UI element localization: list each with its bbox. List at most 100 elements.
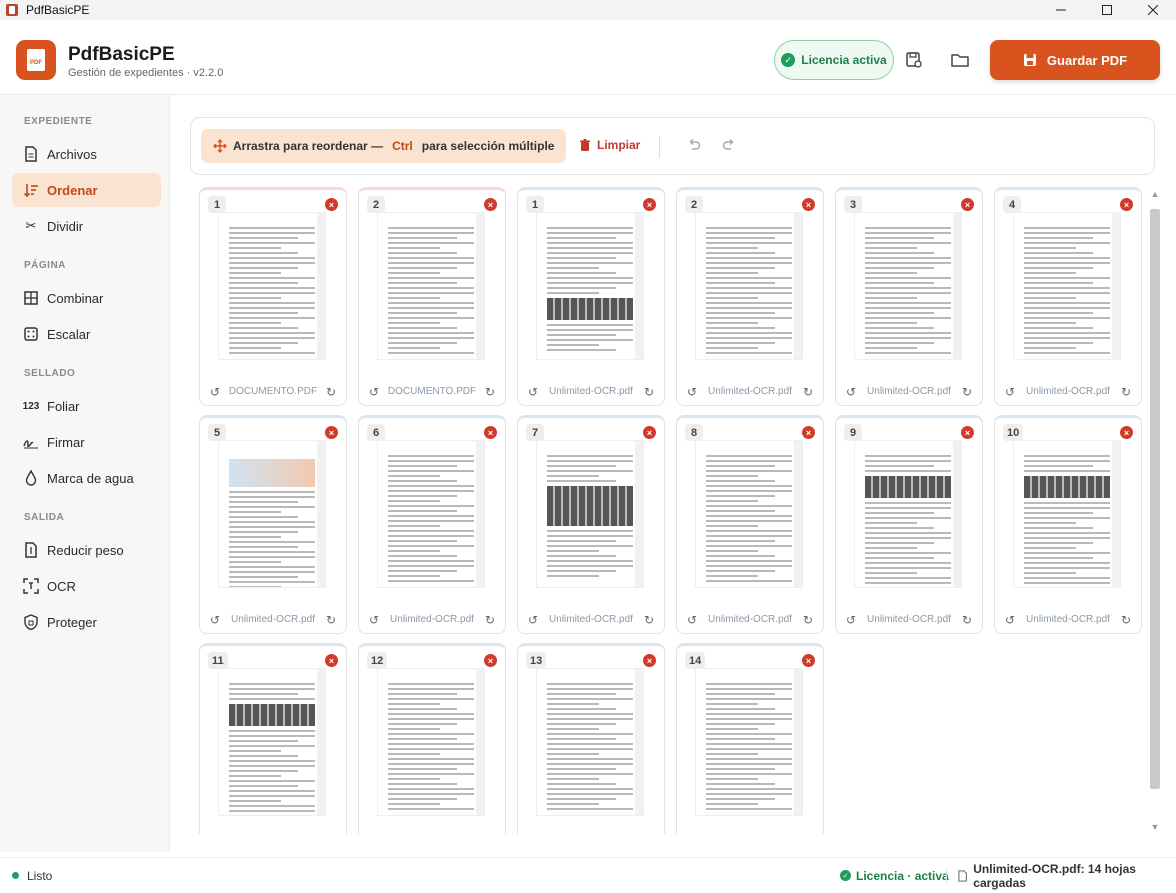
page-number-badge: 5: [208, 424, 226, 441]
page-number-badge: 3: [844, 196, 862, 213]
remove-page-icon[interactable]: ×: [802, 198, 815, 211]
page-card[interactable]: 14 ×: [676, 643, 824, 834]
sidebar-item-firmar[interactable]: Firmar: [12, 425, 161, 459]
sidebar-item-foliar[interactable]: 123 Foliar: [12, 389, 161, 423]
rotate-right-icon[interactable]: ↻: [1119, 385, 1133, 399]
page-card[interactable]: 6 × ↺ Unlimited-OCR.pdf ↻: [358, 415, 506, 634]
remove-page-icon[interactable]: ×: [643, 198, 656, 211]
page-number-badge: 12: [367, 652, 388, 669]
page-card[interactable]: 5 × ↺ Unlimited-OCR.pdf ↻: [199, 415, 347, 634]
remove-page-icon[interactable]: ×: [1120, 198, 1133, 211]
grid-icon: [23, 290, 39, 306]
section-expediente: EXPEDIENTE: [24, 116, 93, 127]
remove-page-icon[interactable]: ×: [325, 654, 338, 667]
app-icon: [6, 4, 18, 16]
remove-page-icon[interactable]: ×: [961, 198, 974, 211]
page-card[interactable]: 1 × ↺ DOCUMENTO.PDF ↻: [199, 187, 347, 406]
rotate-right-icon[interactable]: ↻: [642, 613, 656, 627]
check-circle-icon: ✓: [781, 53, 796, 67]
save-pdf-button[interactable]: Guardar PDF: [990, 40, 1160, 80]
sidebar-item-label: Reducir peso: [47, 542, 124, 558]
rotate-right-icon[interactable]: ↻: [801, 613, 815, 627]
rotate-right-icon[interactable]: ↻: [801, 385, 815, 399]
sidebar-item-proteger[interactable]: Proteger: [12, 605, 161, 639]
remove-page-icon[interactable]: ×: [484, 198, 497, 211]
minimize-button[interactable]: [1038, 0, 1084, 20]
page-card[interactable]: 1 × ↺ Unlimited-OCR.pdf ↻: [517, 187, 665, 406]
sidebar-item-escalar[interactable]: Escalar: [12, 317, 161, 351]
rotate-right-icon[interactable]: ↻: [324, 613, 338, 627]
redo-button[interactable]: [722, 138, 736, 155]
sidebar-item-ocr[interactable]: OCR: [12, 569, 161, 603]
undo-button[interactable]: [687, 138, 701, 155]
page-card[interactable]: 12 ×: [358, 643, 506, 834]
remove-page-icon[interactable]: ×: [643, 426, 656, 439]
status-license-label: Licencia · activa: [856, 868, 949, 883]
drop-icon: [23, 470, 39, 486]
maximize-button[interactable]: [1084, 0, 1130, 20]
rotate-right-icon[interactable]: ↻: [960, 613, 974, 627]
rotate-right-icon[interactable]: ↻: [642, 385, 656, 399]
scroll-up-arrow-icon[interactable]: ▲: [1148, 187, 1162, 201]
rotate-right-icon[interactable]: ↻: [960, 385, 974, 399]
license-badge[interactable]: ✓ Licencia activa: [774, 40, 894, 80]
open-folder-button[interactable]: [948, 48, 972, 72]
sidebar-item-reducir-peso[interactable]: Reducir peso: [12, 533, 161, 567]
page-card[interactable]: 10 × ↺ Unlimited-OCR.pdf ↻: [994, 415, 1142, 634]
page-card[interactable]: 13 ×: [517, 643, 665, 834]
remove-page-icon[interactable]: ×: [1120, 426, 1133, 439]
status-license: ✓ Licencia · activa: [840, 869, 949, 883]
remove-page-icon[interactable]: ×: [325, 198, 338, 211]
app-subtitle: Gestión de expedientes · v2.2.0: [68, 67, 224, 79]
clear-button[interactable]: Limpiar: [579, 138, 640, 152]
scale-icon: [23, 326, 39, 342]
section-salida: SALIDA: [24, 512, 65, 523]
page-number-badge: 14: [685, 652, 706, 669]
scissors-icon: ✂: [25, 218, 37, 233]
hint-key: Ctrl: [392, 139, 413, 153]
rotate-right-icon[interactable]: ↻: [324, 385, 338, 399]
hint-text-after: para selección múltiple: [421, 139, 555, 153]
sidebar-item-archivos[interactable]: Archivos: [12, 137, 161, 171]
remove-page-icon[interactable]: ×: [484, 426, 497, 439]
page-card[interactable]: 3 × ↺ Unlimited-OCR.pdf ↻: [835, 187, 983, 406]
window-title: PdfBasicPE: [26, 3, 90, 17]
page-card[interactable]: 4 × ↺ Unlimited-OCR.pdf ↻: [994, 187, 1142, 406]
scroll-down-arrow-icon[interactable]: ▼: [1148, 820, 1162, 834]
rotate-right-icon[interactable]: ↻: [483, 385, 497, 399]
status-divider: [946, 868, 947, 883]
page-card[interactable]: 11 ×: [199, 643, 347, 834]
license-label: Licencia activa: [801, 53, 887, 67]
sidebar-item-combinar[interactable]: Combinar: [12, 281, 161, 315]
close-window-button[interactable]: [1130, 0, 1176, 20]
sidebar-item-dividir[interactable]: ✂ Dividir: [12, 209, 161, 243]
sidebar-item-label: Dividir: [47, 218, 84, 234]
remove-page-icon[interactable]: ×: [961, 426, 974, 439]
page-thumbnail: [219, 441, 325, 587]
remove-page-icon[interactable]: ×: [325, 426, 338, 439]
page-card[interactable]: 7 × ↺ Unlimited-OCR.pdf ↻: [517, 415, 665, 634]
remove-page-icon[interactable]: ×: [802, 654, 815, 667]
undo-icon: [689, 138, 701, 150]
rotate-right-icon[interactable]: ↻: [1119, 613, 1133, 627]
save-settings-button[interactable]: [902, 48, 926, 72]
page-card[interactable]: 2 × ↺ Unlimited-OCR.pdf ↻: [676, 187, 824, 406]
page-number-badge: 1: [208, 196, 226, 213]
app-header: PDF PdfBasicPE Gestión de expedientes · …: [0, 20, 1176, 95]
page-number-badge: 11: [208, 652, 228, 669]
sidebar-item-marca-de-agua[interactable]: Marca de agua: [12, 461, 161, 495]
page-card[interactable]: 2 × ↺ DOCUMENTO.PDF ↻: [358, 187, 506, 406]
remove-page-icon[interactable]: ×: [484, 654, 497, 667]
sidebar-item-ordenar[interactable]: Ordenar: [12, 173, 161, 207]
remove-page-icon[interactable]: ×: [643, 654, 656, 667]
remove-page-icon[interactable]: ×: [802, 426, 815, 439]
folder-icon: [951, 54, 969, 67]
rotate-right-icon[interactable]: ↻: [483, 613, 497, 627]
page-thumbnail: [855, 441, 961, 587]
scroll-thumb[interactable]: [1150, 209, 1160, 789]
page-card[interactable]: 8 × ↺ Unlimited-OCR.pdf ↻: [676, 415, 824, 634]
page-number-badge: 2: [367, 196, 385, 213]
page-card[interactable]: 9 × ↺ Unlimited-OCR.pdf ↻: [835, 415, 983, 634]
grid-scrollbar[interactable]: ▲ ▼: [1148, 187, 1162, 834]
window-controls: [1038, 0, 1176, 20]
